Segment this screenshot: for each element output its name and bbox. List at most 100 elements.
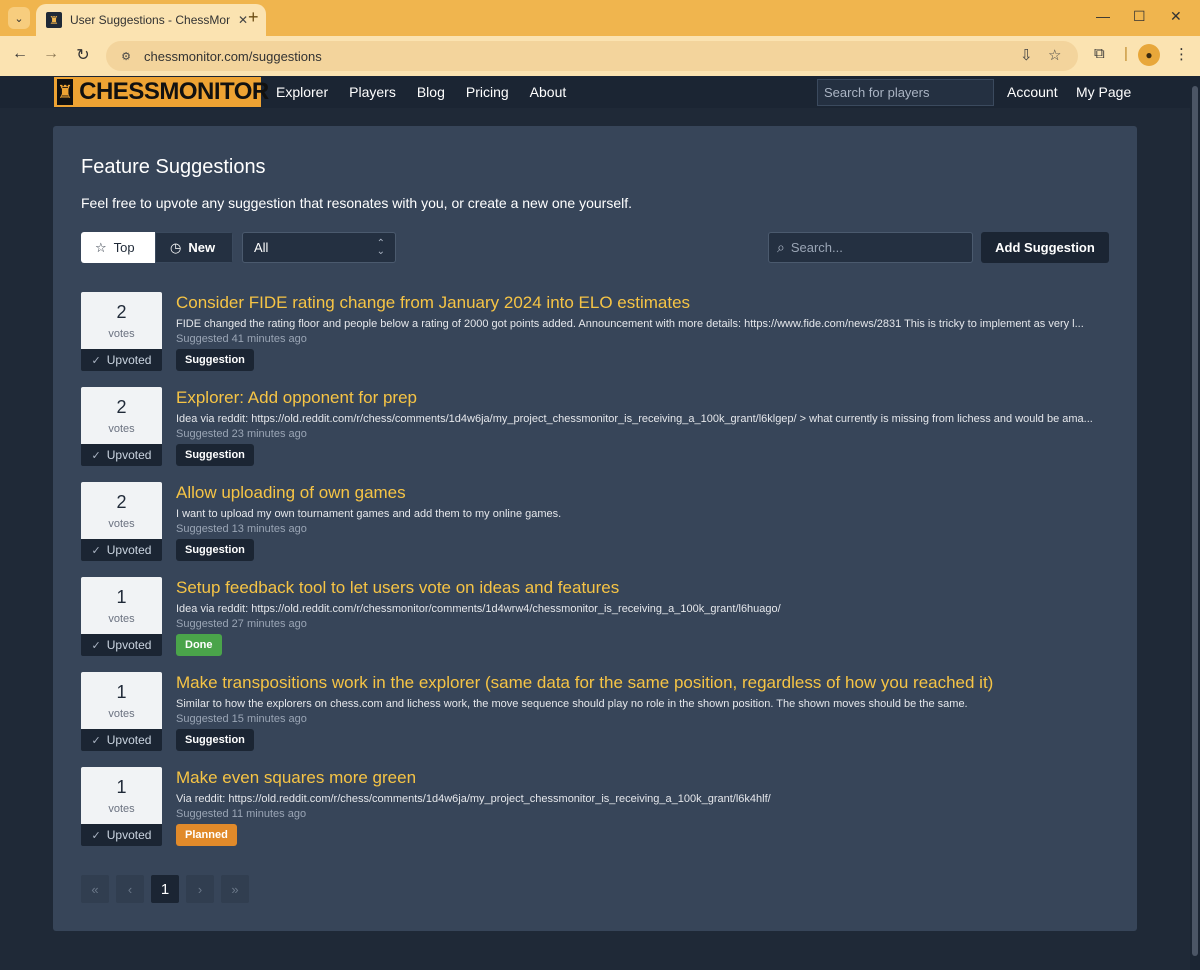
install-app-icon[interactable]: ⇩: [1020, 46, 1033, 64]
suggestion-description: FIDE changed the rating floor and people…: [176, 318, 1084, 330]
first-page-button[interactable]: «: [81, 875, 109, 903]
upvoted-indicator[interactable]: ✓ Upvoted: [81, 824, 162, 846]
page-title: Feature Suggestions: [81, 156, 266, 178]
player-search-input[interactable]: [817, 79, 994, 106]
sort-toggle: ☆ Top ◷ New: [81, 232, 233, 263]
vote-count: 1: [116, 587, 127, 607]
maximize-icon[interactable]: ☐: [1133, 8, 1146, 25]
search-icon: ⌕: [777, 239, 785, 255]
suggestion-description: I want to upload my own tournament games…: [176, 508, 562, 520]
vote-label: votes: [108, 613, 135, 625]
upvoted-label: Upvoted: [106, 638, 152, 652]
minimize-icon[interactable]: —: [1096, 8, 1110, 24]
suggestion-title[interactable]: Explorer: Add opponent for prep: [176, 388, 417, 408]
status-badge: Suggestion: [176, 349, 254, 371]
suggestion-timestamp: Suggested 13 minutes ago: [176, 523, 307, 535]
close-window-icon[interactable]: ✕: [1170, 8, 1182, 25]
url-text: chessmonitor.com/suggestions: [144, 48, 322, 64]
vote-button[interactable]: 2 votes: [81, 387, 162, 444]
check-icon: ✓: [91, 544, 101, 557]
nav-about[interactable]: About: [530, 84, 567, 100]
sort-top-button[interactable]: ☆ Top: [81, 232, 155, 263]
vote-button[interactable]: 1 votes: [81, 577, 162, 634]
vote-label: votes: [108, 518, 135, 530]
suggestion-timestamp: Suggested 27 minutes ago: [176, 618, 307, 630]
suggestion-timestamp: Suggested 11 minutes ago: [176, 808, 307, 820]
suggestion-title[interactable]: Consider FIDE rating change from January…: [176, 293, 690, 313]
browser-tab[interactable]: ♜ User Suggestions - ChessMonitor ✕: [36, 4, 266, 36]
suggestion-title[interactable]: Make even squares more green: [176, 768, 416, 788]
check-icon: ✓: [91, 639, 101, 652]
scrollbar-thumb[interactable]: [1192, 86, 1198, 956]
next-page-button[interactable]: ›: [186, 875, 214, 903]
suggestion-title[interactable]: Allow uploading of own games: [176, 483, 406, 503]
sort-new-label: New: [188, 240, 216, 255]
page-description: Feel free to upvote any suggestion that …: [81, 195, 632, 211]
close-tab-icon[interactable]: ✕: [238, 13, 248, 27]
suggestion-item: 2 votes ✓ Upvoted Allow uploading of own…: [81, 482, 1111, 562]
suggestion-search-input[interactable]: [790, 240, 961, 255]
nav-players[interactable]: Players: [349, 84, 396, 100]
vote-label: votes: [108, 423, 135, 435]
page-1-button[interactable]: 1: [151, 875, 179, 903]
nav-explorer[interactable]: Explorer: [276, 84, 328, 100]
my-page-link[interactable]: My Page: [1076, 84, 1131, 100]
account-link[interactable]: Account: [1007, 84, 1058, 100]
address-bar[interactable]: ⚙ chessmonitor.com/suggestions ⇩ ☆: [106, 41, 1078, 71]
browser-menu-icon[interactable]: ⋮: [1174, 45, 1189, 63]
upvoted-indicator[interactable]: ✓ Upvoted: [81, 349, 162, 371]
upvoted-label: Upvoted: [106, 733, 152, 747]
vote-button[interactable]: 2 votes: [81, 482, 162, 539]
extensions-icon[interactable]: ⧉: [1094, 45, 1105, 62]
suggestion-description: Idea via reddit: https://old.reddit.com/…: [176, 413, 1093, 425]
sort-new-button[interactable]: ◷ New: [155, 232, 233, 263]
browser-tab-bar: ⌄ ♜ User Suggestions - ChessMonitor ✕ + …: [0, 0, 1200, 36]
tab-search-icon[interactable]: ⌄: [8, 7, 30, 29]
prev-page-button[interactable]: ‹: [116, 875, 144, 903]
suggestion-timestamp: Suggested 15 minutes ago: [176, 713, 307, 725]
vote-count: 2: [116, 492, 127, 512]
add-suggestion-button[interactable]: Add Suggestion: [981, 232, 1109, 263]
forward-icon[interactable]: →: [40, 45, 62, 63]
vote-label: votes: [108, 708, 135, 720]
back-icon[interactable]: ←: [9, 45, 31, 63]
suggestions-panel: Feature Suggestions Feel free to upvote …: [53, 126, 1137, 931]
last-page-button[interactable]: »: [221, 875, 249, 903]
vote-count: 1: [116, 682, 127, 702]
vote-button[interactable]: 2 votes: [81, 292, 162, 349]
upvoted-label: Upvoted: [106, 448, 152, 462]
suggestion-description: Via reddit: https://old.reddit.com/r/che…: [176, 793, 771, 805]
nav-pricing[interactable]: Pricing: [466, 84, 509, 100]
status-badge: Planned: [176, 824, 237, 846]
suggestion-title[interactable]: Make transpositions work in the explorer…: [176, 673, 993, 693]
upvoted-label: Upvoted: [106, 828, 152, 842]
pagination: « ‹ 1 › »: [81, 875, 249, 903]
suggestion-title[interactable]: Setup feedback tool to let users vote on…: [176, 578, 619, 598]
vote-button[interactable]: 1 votes: [81, 672, 162, 729]
vote-button[interactable]: 1 votes: [81, 767, 162, 824]
status-filter-select[interactable]: All ⌃ ⌄: [242, 232, 396, 263]
status-badge: Suggestion: [176, 539, 254, 561]
new-tab-icon[interactable]: +: [248, 7, 259, 28]
upvoted-indicator[interactable]: ✓ Upvoted: [81, 444, 162, 466]
main-nav: Explorer Players Blog Pricing About: [276, 76, 587, 108]
sort-top-label: Top: [113, 240, 135, 255]
suggestion-search: ⌕: [768, 232, 973, 263]
upvoted-indicator[interactable]: ✓ Upvoted: [81, 729, 162, 751]
suggestion-timestamp: Suggested 41 minutes ago: [176, 333, 307, 345]
site-logo[interactable]: ♜ CHESSMONITOR: [54, 77, 269, 107]
suggestion-description: Similar to how the explorers on chess.co…: [176, 698, 968, 710]
check-icon: ✓: [91, 829, 101, 842]
upvoted-indicator[interactable]: ✓ Upvoted: [81, 539, 162, 561]
site-info-icon[interactable]: ⚙: [116, 46, 136, 66]
reload-icon[interactable]: ↻: [72, 45, 94, 65]
bookmark-star-icon[interactable]: ☆: [1048, 46, 1061, 64]
nav-blog[interactable]: Blog: [417, 84, 445, 100]
status-badge: Done: [176, 634, 222, 656]
upvoted-label: Upvoted: [106, 543, 152, 557]
profile-avatar-icon[interactable]: ●: [1138, 44, 1160, 66]
suggestion-item: 2 votes ✓ Upvoted Consider FIDE rating c…: [81, 292, 1111, 372]
suggestion-item: 1 votes ✓ Upvoted Setup feedback tool to…: [81, 577, 1111, 657]
tab-title: User Suggestions - ChessMonitor: [70, 13, 230, 27]
upvoted-indicator[interactable]: ✓ Upvoted: [81, 634, 162, 656]
